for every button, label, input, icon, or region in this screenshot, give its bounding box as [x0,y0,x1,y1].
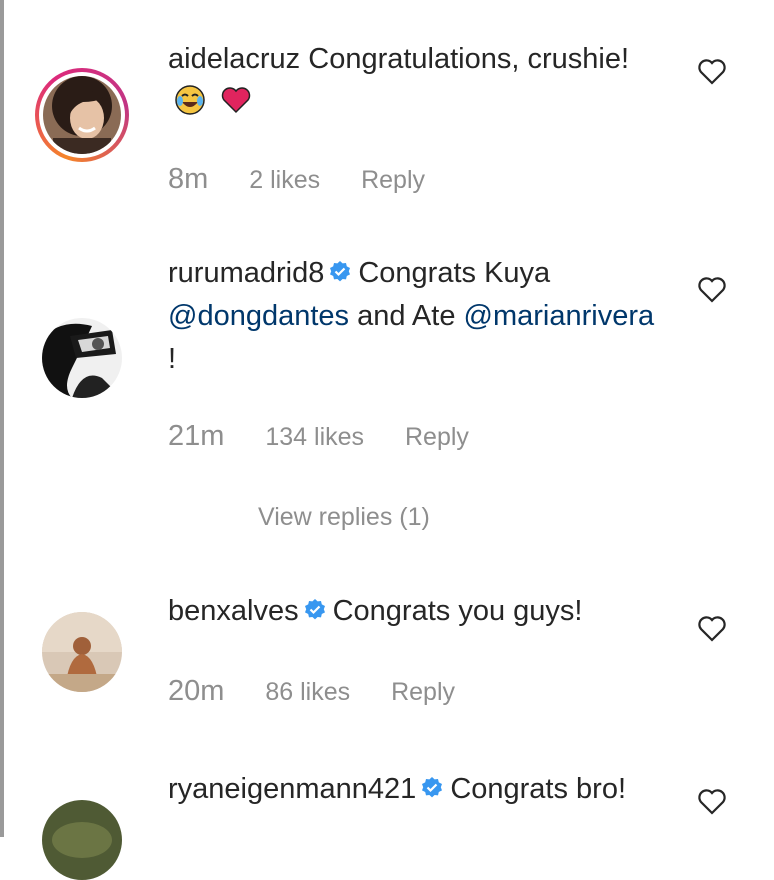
comment-body: Congrats bro! [450,773,627,805]
comment-meta: 20m 86 likes Reply [168,675,489,708]
like-count[interactable]: 134 likes [265,423,364,452]
like-count[interactable]: 2 likes [249,166,320,195]
heart-icon[interactable] [697,788,727,816]
verified-badge-icon [304,599,325,620]
avatar[interactable] [35,68,129,162]
reply-button[interactable]: Reply [405,423,469,452]
mention-link[interactable]: @dongdantes [168,300,349,332]
tears-of-joy-emoji [175,85,205,115]
comment-body: and Ate [357,300,456,332]
like-count[interactable]: 86 likes [265,678,350,707]
comment-text: rurumadrid8 Congrats Kuya @dongdantes an… [168,252,668,381]
heart-icon[interactable] [697,615,727,643]
reply-button[interactable]: Reply [361,166,425,195]
mention-link[interactable]: @marianrivera [464,300,655,332]
comment-body: Congratulations, crushie! [308,43,630,75]
comment-text: ryaneigenmann421 Congrats bro! [168,768,668,837]
red-heart-emoji [221,87,251,114]
comment-username[interactable]: aidelacruz [168,43,300,75]
heart-icon[interactable] [697,276,727,304]
comment-meta: 21m 134 likes Reply [168,420,503,453]
avatar[interactable] [42,318,122,398]
reply-button[interactable]: Reply [391,678,455,707]
comment-text: benxalves Congrats you guys! [168,590,668,633]
avatar[interactable] [42,800,122,880]
avatar-photo [43,76,121,154]
comment-body: Congrats Kuya [358,257,551,289]
comment-meta: 8m 2 likes Reply [168,163,459,196]
comment-username[interactable]: ryaneigenmann421 [168,773,416,805]
comment-body: Congrats you guys! [332,595,583,627]
comment-text: aidelacruz Congratulations, crushie! [168,38,668,124]
comment-username[interactable]: benxalves [168,595,299,627]
verified-badge-icon [422,777,443,798]
comment-username[interactable]: rurumadrid8 [168,257,324,289]
verified-badge-icon [330,261,351,282]
comment-body: ! [168,343,177,375]
comment-time: 21m [168,420,225,452]
comment-time: 8m [168,163,209,195]
view-replies-button[interactable]: View replies (1) [258,503,430,532]
heart-icon[interactable] [697,58,727,86]
avatar[interactable] [42,612,122,692]
comment-time: 20m [168,675,225,707]
left-divider [0,0,4,837]
